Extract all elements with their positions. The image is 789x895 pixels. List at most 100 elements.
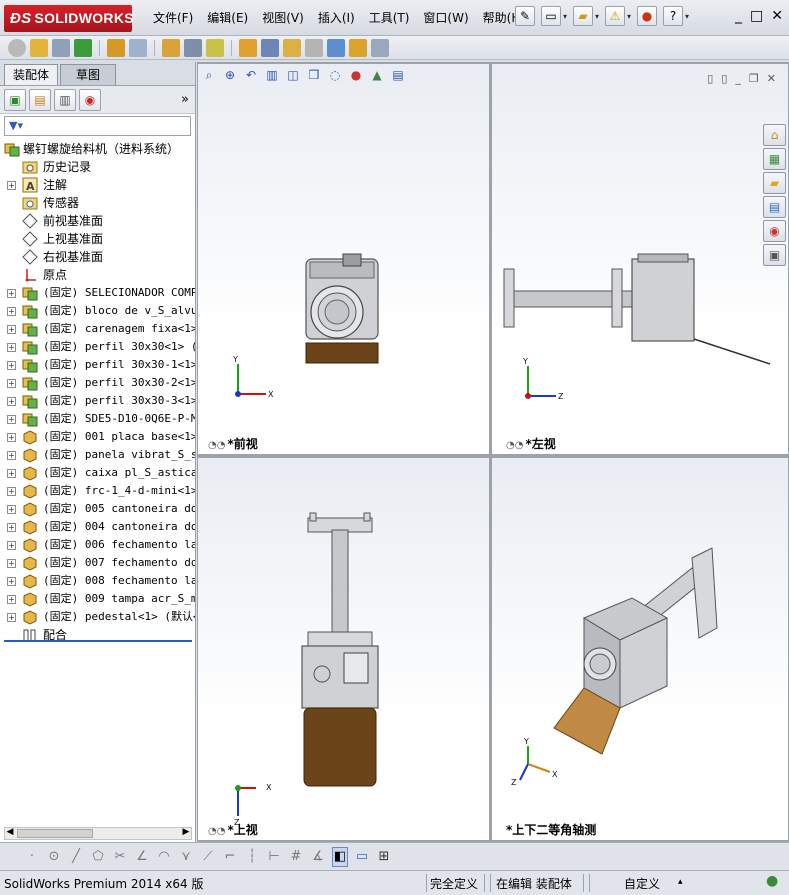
viewport-left[interactable]: ▯ ▯ _ ❐ ✕ Y Z ◔◔ *左视 — [492, 64, 788, 454]
expand-toggle-icon[interactable]: + — [7, 361, 16, 370]
menu-window[interactable]: 窗口(W) — [416, 9, 475, 27]
tree-component[interactable]: + (固定) bloco de v_S_alvul — [0, 302, 195, 320]
pin-icon[interactable]: ✎ — [515, 6, 535, 26]
circle-icon[interactable]: ⊙ — [46, 849, 62, 864]
dimension-icon[interactable]: ⊢ — [266, 849, 282, 864]
viewport-top[interactable]: X Z ◔◔ *上视 — [198, 458, 489, 840]
expand-toggle-icon[interactable]: + — [7, 595, 16, 604]
tree-horizontal-scrollbar[interactable]: ◀ ▶ — [4, 827, 192, 840]
expand-toggle-icon[interactable]: + — [7, 523, 16, 532]
tree-component[interactable]: + (固定) 006 fechamento lat — [0, 536, 195, 554]
tree-item-right-plane[interactable]: 右视基准面 — [0, 248, 195, 266]
help-icon[interactable]: ? — [663, 6, 684, 26]
traffic-light-icon[interactable]: ● — [637, 6, 658, 26]
design-library-icon[interactable]: ▦ — [763, 148, 786, 170]
viewport-front[interactable]: ⌕ ⊕ ↶ ▥ ◫ ❒ ◌ ● ▲ ▤ Y X ◔◔ *前视 — [198, 64, 489, 454]
scroll-thumb[interactable] — [17, 829, 93, 838]
tree-component[interactable]: + (固定) frc-1_4-d-mini<1> — [0, 482, 195, 500]
interference-icon[interactable] — [327, 38, 345, 57]
expand-toggle-icon[interactable]: + — [7, 397, 16, 406]
menu-insert[interactable]: 插入(I) — [311, 9, 362, 27]
tree-component[interactable]: + (固定) perfil 30x30-1<1> — [0, 356, 195, 374]
bill-of-materials-icon[interactable] — [261, 38, 279, 57]
tree-item-history[interactable]: 历史记录 — [0, 158, 195, 176]
tree-component[interactable]: + (固定) pedestal<1> (默认< — [0, 608, 195, 626]
units-selector[interactable]: 自定义 — [624, 875, 660, 892]
expand-toggle-icon[interactable]: + — [7, 343, 16, 352]
maximize-button[interactable]: □ — [750, 8, 763, 24]
tree-component[interactable]: + (固定) 004 cantoneira do — [0, 518, 195, 536]
clearance-icon[interactable] — [349, 38, 367, 57]
tree-item-top-plane[interactable]: 上视基准面 — [0, 230, 195, 248]
tree-component[interactable]: + (固定) 001 placa base<1> — [0, 428, 195, 446]
tree-component[interactable]: + (固定) perfil 30x30-2<1> — [0, 374, 195, 392]
shaded-view-icon[interactable]: ◧ — [332, 846, 348, 867]
tree-component[interactable]: + (固定) 007 fechamento do — [0, 554, 195, 572]
property-manager-icon[interactable]: ▤ — [29, 88, 51, 111]
edit-component-icon[interactable] — [8, 38, 26, 57]
angle-icon[interactable]: ∡ — [310, 849, 326, 864]
show-hidden-icon[interactable] — [162, 38, 180, 57]
mate-icon[interactable] — [52, 38, 70, 57]
tree-item-origin[interactable]: 原点 — [0, 266, 195, 284]
tree-component[interactable]: + (固定) SELECIONADOR COMPL — [0, 284, 195, 302]
close-button[interactable]: ✕ — [771, 8, 783, 24]
tree-item-sensors[interactable]: 传感器 — [0, 194, 195, 212]
tab-assembly[interactable]: 装配体 — [4, 64, 59, 85]
expand-toggle-icon[interactable]: + — [7, 289, 16, 298]
open-dropdown-icon[interactable]: ▾ — [595, 12, 599, 21]
graphics-area[interactable]: ⌕ ⊕ ↶ ▥ ◫ ❒ ◌ ● ▲ ▤ Y X ◔◔ *前视 ▯ ▯ _ ❐ ✕… — [197, 62, 789, 842]
tree-item-front-plane[interactable]: 前视基准面 — [0, 212, 195, 230]
single-view-icon[interactable]: ▭ — [354, 849, 370, 864]
expand-toggle-icon[interactable]: + — [7, 433, 16, 442]
expand-toggle-icon[interactable]: + — [7, 559, 16, 568]
tree-component[interactable]: + (固定) caixa pl_S_astica — [0, 464, 195, 482]
tree-component[interactable]: + (固定) perfil 30x30<1> (默 — [0, 338, 195, 356]
custom-properties-icon[interactable]: ▣ — [763, 244, 786, 266]
tree-filter-input[interactable]: ▼▾ — [4, 116, 191, 136]
expand-toggle-icon[interactable]: + — [7, 307, 16, 316]
configuration-manager-icon[interactable]: ▥ — [54, 88, 76, 111]
rebuild-warning-icon[interactable]: ⚠ — [605, 6, 626, 26]
rebuild-status-icon[interactable]: ● — [766, 873, 778, 889]
reference-geometry-icon[interactable] — [206, 38, 224, 57]
warning-dropdown-icon[interactable]: ▾ — [627, 12, 631, 21]
tree-component[interactable]: + (固定) 005 cantoneira do — [0, 500, 195, 518]
solidworks-resources-icon[interactable]: ⌂ — [763, 124, 786, 146]
menu-file[interactable]: 文件(F) — [146, 9, 200, 27]
tree-root[interactable]: 螺钉螺旋给料机（进料系统） — [0, 140, 195, 158]
polygon-icon[interactable]: ⬠ — [90, 849, 106, 864]
menu-tools[interactable]: 工具(T) — [362, 9, 417, 27]
file-explorer-icon[interactable]: ▰ — [763, 172, 786, 194]
move-component-icon[interactable] — [129, 38, 147, 57]
tree-item-annotations[interactable]: + A 注解 — [0, 176, 195, 194]
new-motion-study-icon[interactable] — [239, 38, 257, 57]
fillet-icon[interactable]: ⌐ — [222, 849, 238, 864]
expand-toggle-icon[interactable]: + — [7, 469, 16, 478]
insert-component-icon[interactable] — [30, 38, 48, 57]
linear-pattern-icon[interactable] — [74, 38, 92, 57]
expand-toggle-icon[interactable]: + — [7, 487, 16, 496]
help-dropdown-icon[interactable]: ▾ — [685, 12, 689, 21]
minimize-button[interactable]: _ — [735, 8, 742, 24]
expand-toggle-icon[interactable]: + — [7, 379, 16, 388]
grid-icon[interactable]: # — [288, 849, 304, 864]
instant3d-icon[interactable] — [371, 38, 389, 57]
expand-toggle-icon[interactable]: + — [7, 577, 16, 586]
slot-icon[interactable]: ⟋ — [200, 849, 216, 864]
units-dropdown-icon[interactable]: ▴ — [678, 877, 683, 887]
appearances-icon[interactable]: ◉ — [763, 220, 786, 242]
open-folder-icon[interactable]: ▰ — [573, 6, 594, 26]
viewport-isometric[interactable]: Y X Z *上下二等角轴测 — [492, 458, 788, 840]
offset-icon[interactable]: ◠ — [156, 849, 172, 864]
display-manager-icon[interactable]: ◉ — [79, 88, 101, 111]
new-document-icon[interactable]: ▭ — [541, 6, 561, 26]
expand-toggle-icon[interactable]: + — [7, 505, 16, 514]
expand-toggle-icon[interactable]: + — [7, 541, 16, 550]
tree-component[interactable]: + (固定) perfil 30x30-3<1> — [0, 392, 195, 410]
feature-manager-icon[interactable]: ▣ — [4, 88, 26, 111]
four-view-icon[interactable]: ⊞ — [376, 849, 392, 864]
expand-toggle-icon[interactable]: + — [7, 451, 16, 460]
view-palette-icon[interactable]: ▤ — [763, 196, 786, 218]
solidworks-logo[interactable]: ƉS SOLIDWORKS — [4, 5, 134, 32]
